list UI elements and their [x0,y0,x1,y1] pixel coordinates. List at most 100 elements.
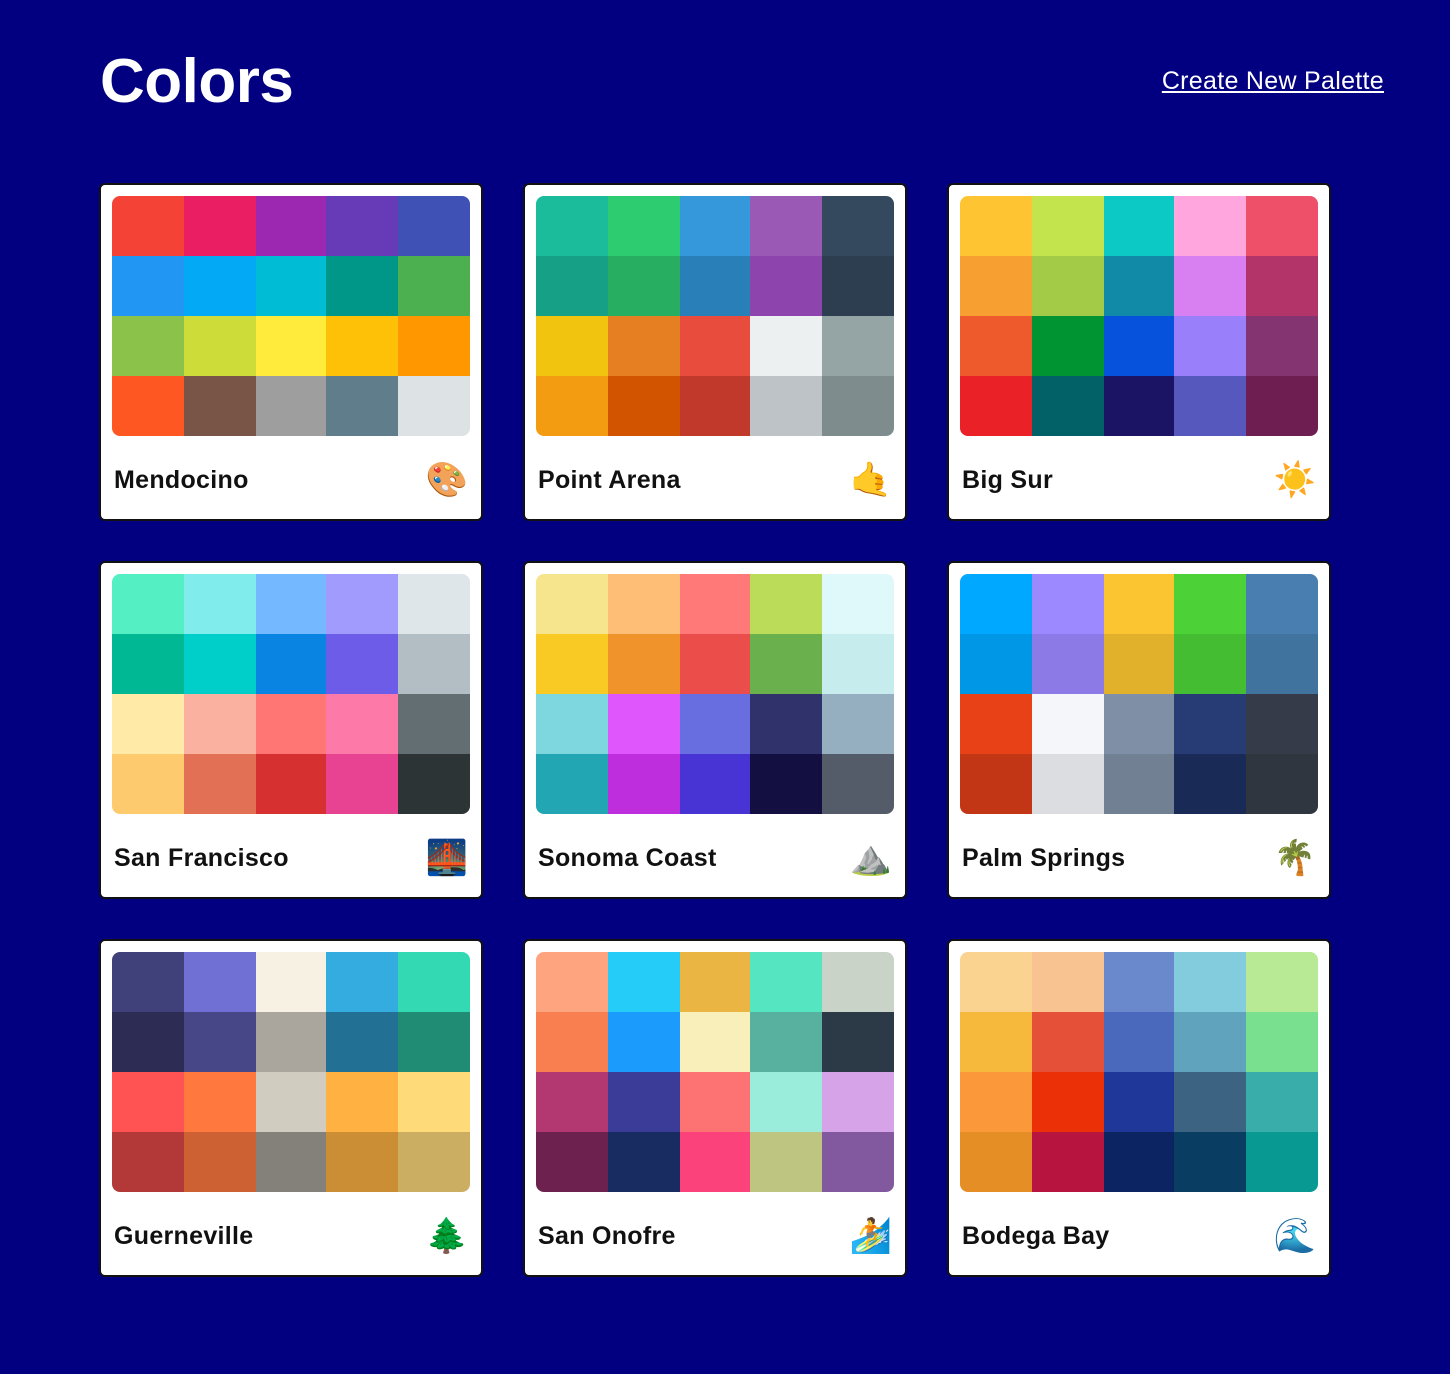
color-swatch [822,256,894,316]
palette-card[interactable]: Mendocino 🎨 [99,183,483,521]
color-swatch [822,196,894,256]
palette-grid: Mendocino 🎨 Point Arena 🤙 Big Sur ☀️ San Franc… [99,183,1331,1277]
color-swatch [608,316,680,376]
color-swatch [750,754,822,814]
color-swatch [184,574,256,634]
palette-card[interactable]: Palm Springs 🌴 [947,561,1331,899]
color-swatch [1246,694,1318,754]
create-new-palette-link[interactable]: Create New Palette [1162,66,1384,96]
color-swatch [256,316,326,376]
color-swatch [960,1132,1032,1192]
color-swatch [1032,1012,1104,1072]
color-swatch [1246,634,1318,694]
color-swatch [608,376,680,436]
color-swatch [398,316,470,376]
color-swatch [536,376,608,436]
color-swatch [1104,754,1174,814]
color-swatch [1032,196,1104,256]
color-swatch [608,256,680,316]
color-swatch [1174,574,1246,634]
color-swatch [750,1012,822,1072]
surfer-icon: 🏄 [849,1216,892,1256]
palette-swatch-grid [960,196,1318,436]
color-swatch [1104,952,1174,1012]
color-swatch [960,694,1032,754]
color-swatch [1246,376,1318,436]
palette-card[interactable]: San Francisco 🌉 [99,561,483,899]
palette-card[interactable]: Big Sur ☀️ [947,183,1331,521]
color-swatch [680,694,750,754]
color-swatch [536,634,608,694]
color-swatch [680,256,750,316]
palette-name: Guerneville [114,1221,254,1250]
color-swatch [750,574,822,634]
color-swatch [680,952,750,1012]
palette-card[interactable]: Guerneville 🌲 [99,939,483,1277]
color-swatch [112,574,184,634]
color-swatch [536,754,608,814]
color-swatch [256,1012,326,1072]
color-swatch [1174,952,1246,1012]
page-title: Colors [100,47,294,116]
color-swatch [536,952,608,1012]
color-swatch [608,196,680,256]
color-swatch [1246,256,1318,316]
color-swatch [1104,256,1174,316]
color-swatch [326,1012,398,1072]
palette-card[interactable]: Sonoma Coast ⛰️ [523,561,907,899]
palm-tree-icon: 🌴 [1273,838,1316,878]
color-swatch [1032,952,1104,1012]
color-swatch [184,316,256,376]
palette-name: Sonoma Coast [538,843,717,872]
palette-card-footer: Mendocino 🎨 [114,455,468,505]
color-swatch [184,376,256,436]
palette-card-footer: Sonoma Coast ⛰️ [538,833,892,883]
color-swatch [184,1012,256,1072]
color-swatch [184,634,256,694]
palette-swatch-grid [112,574,470,814]
color-swatch [1104,1072,1174,1132]
palette-card[interactable]: Point Arena 🤙 [523,183,907,521]
color-swatch [1246,1072,1318,1132]
color-swatch [1174,196,1246,256]
color-swatch [256,952,326,1012]
color-swatch [1104,694,1174,754]
color-swatch [112,256,184,316]
color-swatch [1246,1012,1318,1072]
color-swatch [1246,316,1318,376]
color-swatch [608,574,680,634]
color-swatch [1104,1132,1174,1192]
color-swatch [750,256,822,316]
color-swatch [822,316,894,376]
palette-card-footer: Guerneville 🌲 [114,1211,468,1261]
palette-card[interactable]: Bodega Bay 🌊 [947,939,1331,1277]
sun-icon: ☀️ [1273,460,1316,500]
artist-palette-icon: 🎨 [425,460,468,500]
color-swatch [326,376,398,436]
palette-card-footer: Bodega Bay 🌊 [962,1211,1316,1261]
color-swatch [1104,634,1174,694]
color-swatch [1174,256,1246,316]
color-swatch [112,316,184,376]
color-swatch [184,1132,256,1192]
color-swatch [1174,316,1246,376]
color-swatch [680,196,750,256]
color-swatch [326,1072,398,1132]
palette-card-footer: San Onofre 🏄 [538,1211,892,1261]
color-swatch [750,952,822,1012]
color-swatch [1174,1072,1246,1132]
color-swatch [680,634,750,694]
color-swatch [536,1132,608,1192]
color-swatch [680,1072,750,1132]
color-swatch [750,634,822,694]
palette-card[interactable]: San Onofre 🏄 [523,939,907,1277]
color-swatch [398,694,470,754]
color-swatch [822,376,894,436]
mountain-icon: ⛰️ [849,838,892,878]
color-swatch [1032,574,1104,634]
color-swatch [112,1132,184,1192]
palette-name: Mendocino [114,465,249,494]
color-swatch [1246,754,1318,814]
color-swatch [326,952,398,1012]
color-swatch [822,1132,894,1192]
